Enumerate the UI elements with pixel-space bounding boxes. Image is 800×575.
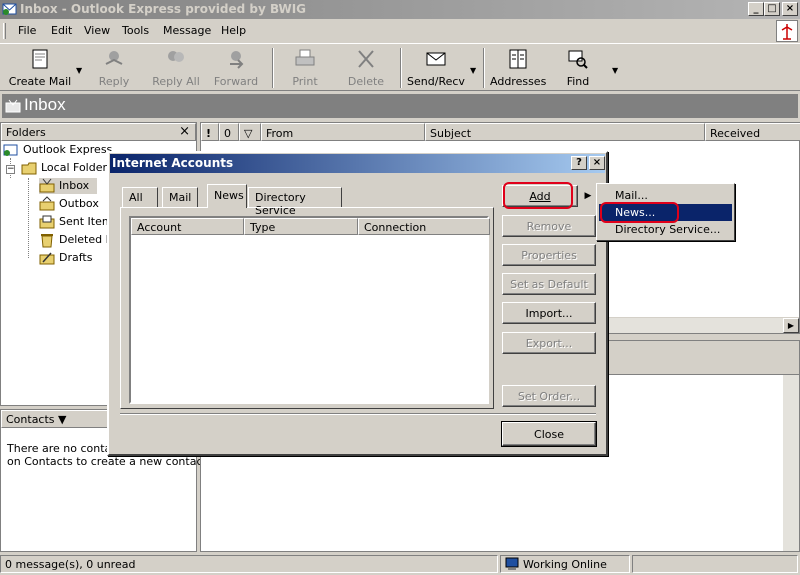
menu-item-mail[interactable]: Mail... [599,187,732,204]
collapse-toggle-icon[interactable]: − [6,165,15,174]
addresses-button[interactable]: Addresses [490,46,546,90]
forward-icon [230,51,244,69]
delete-button[interactable]: Delete [344,46,388,90]
vertical-scrollbar[interactable] [783,375,799,551]
address-book-icon [509,49,527,69]
menu-edit[interactable]: Edit [51,24,72,37]
reply-button[interactable]: Reply [92,46,136,90]
outlook-express-icon [2,3,17,15]
close-button[interactable]: Close [501,421,597,447]
col-priority[interactable]: ! [201,123,219,141]
menu-item-news[interactable]: News... [599,204,732,221]
find-button[interactable]: Find [560,46,596,90]
dialog-help-button[interactable]: ? [571,156,587,170]
dialog-separator [120,413,596,415]
tab-directory-service[interactable]: Directory Service [248,187,342,217]
toolbar: Create Mail ▼ Reply Reply All Forward Pr… [0,43,800,91]
menubar-grip [3,23,6,39]
tree-line [28,178,29,258]
create-mail-dropdown-icon[interactable]: ▼ [76,66,82,75]
status-empty-cell [632,555,798,573]
internet-accounts-dialog: Internet Accounts ? × All Mail News Dire… [107,151,608,456]
col-attachment[interactable]: 0 [219,123,239,141]
import-button[interactable]: Import... [502,302,596,324]
print-button[interactable]: Print [286,46,324,90]
accounts-list[interactable]: Account Type Connection [129,216,490,404]
dialog-title: Internet Accounts [112,156,234,170]
outlook-express-icon [3,144,18,156]
status-message-count: 0 message(s), 0 unread [0,555,498,573]
folders-header-label: Folders [6,126,46,139]
menu-view[interactable]: View [84,24,110,37]
col-connection[interactable]: Connection [358,218,490,235]
find-icon [568,50,588,69]
add-submenu-arrow-icon[interactable]: ▶ [581,185,595,207]
computer-icon [505,557,519,570]
maximize-button[interactable]: □ [764,2,780,16]
toolbar-separator [400,48,402,88]
window-title: Inbox - Outlook Express provided by BWIG [20,2,307,16]
minimize-button[interactable]: _ [748,2,764,16]
col-account[interactable]: Account [131,218,244,235]
menu-bar: File Edit View Tools Message Help [0,21,800,41]
folders-pane-header: Folders × [1,123,196,141]
remove-button[interactable]: Remove [502,215,596,237]
col-received[interactable]: Received [705,123,800,141]
create-mail-button[interactable]: Create Mail [8,46,72,90]
col-type[interactable]: Type [244,218,358,235]
delete-x-icon [358,50,374,68]
menu-message[interactable]: Message [163,24,211,37]
folder-header-title: Inbox [24,95,66,114]
close-window-button[interactable]: × [782,2,798,16]
tab-news[interactable]: News [207,184,247,208]
dialog-close-button[interactable]: × [589,156,605,170]
menu-tools[interactable]: Tools [122,24,149,37]
toolbar-separator [272,48,274,88]
reply-all-button[interactable]: Reply All [148,46,204,90]
local-folders-icon [21,162,37,175]
properties-button[interactable]: Properties [502,244,596,266]
title-bar: Inbox - Outlook Express provided by BWIG… [0,0,800,19]
export-button[interactable]: Export... [502,332,596,354]
send-recv-button[interactable]: Send/Recv [406,46,466,90]
status-online: Working Online [500,555,630,573]
close-folders-icon[interactable]: × [179,124,190,139]
printer-icon [295,49,315,66]
menu-help[interactable]: Help [221,24,246,37]
col-from[interactable]: From [261,123,425,141]
drafts-folder-icon [39,252,55,265]
send-receive-icon [426,52,446,66]
scroll-right-icon[interactable]: ▶ [783,318,799,333]
new-mail-icon [32,49,48,69]
sent-items-folder-icon [39,215,55,229]
menu-item-directory-service[interactable]: Directory Service... [599,221,732,238]
tab-all[interactable]: All [122,187,158,207]
contacts-dropdown-button[interactable]: Contacts ▼ [6,413,66,426]
set-default-button[interactable]: Set as Default [502,273,596,295]
tab-mail[interactable]: Mail [162,187,198,207]
windows-logo-icon [776,20,798,42]
reply-icon [105,51,123,65]
set-order-button[interactable]: Set Order... [502,385,596,407]
contacts-empty-text-2: on Contacts to create a new contact. [7,455,211,468]
inbox-folder-icon [39,178,55,193]
add-button[interactable]: Add [502,185,578,207]
inbox-icon [5,99,21,113]
find-dropdown-icon[interactable]: ▼ [612,66,618,75]
reply-all-icon [168,51,184,62]
status-bar: 0 message(s), 0 unread Working Online [0,554,800,575]
col-flag[interactable]: ▽ [239,123,261,141]
outbox-folder-icon [39,196,55,211]
send-recv-dropdown-icon[interactable]: ▼ [470,66,476,75]
trash-icon [41,234,53,248]
col-subject[interactable]: Subject [425,123,705,141]
add-submenu: Mail... News... Directory Service... [596,183,735,241]
tab-panel: Account Type Connection [120,207,494,409]
forward-button[interactable]: Forward [212,46,260,90]
tree-item-inbox[interactable]: Inbox [39,178,97,194]
dialog-title-bar: Internet Accounts ? × [110,154,605,173]
toolbar-separator [483,48,485,88]
folder-header-bar: Inbox [2,94,798,118]
menu-file[interactable]: File [18,24,36,37]
